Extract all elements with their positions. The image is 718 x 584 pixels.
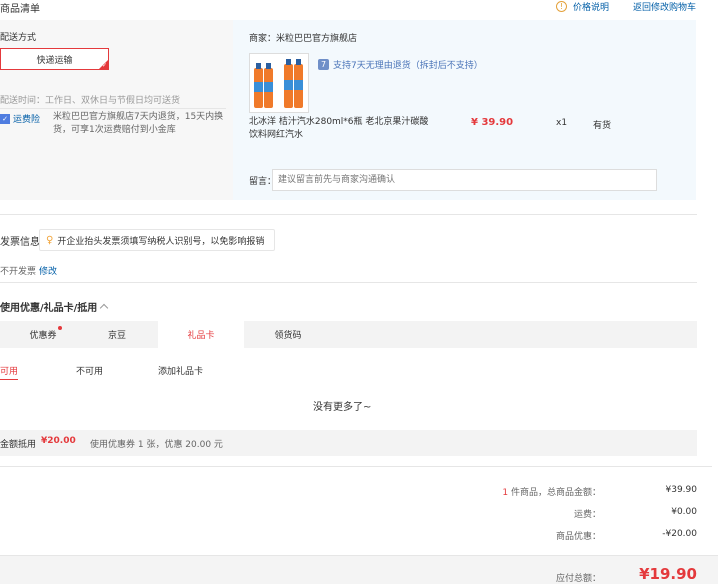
freight-insurance-label: 运费险 [13,115,41,125]
delivery-method-label: 配送方式 [0,33,37,43]
discount-total-value: -¥20.00 [662,529,697,539]
shipping-label: 运费： [573,510,601,520]
payable-total: ¥19.90 [639,565,697,583]
divider [0,282,697,283]
invoice-title: 发票信息 [0,237,40,248]
discount-title: 使用优惠/礼品卡/抵用 [0,303,98,314]
discount-section-toggle[interactable]: 使用优惠/礼品卡/抵用 [0,299,109,314]
price-note-label: 价格说明 [573,3,610,13]
shipping-value: ¥0.00 [671,507,697,517]
info-icon: ! [556,1,567,12]
subtab-unavailable[interactable]: 不可用 [76,364,103,377]
check-icon: ✓ [101,62,107,69]
invoice-status: 不开发票 [0,267,37,277]
divider [0,108,226,109]
product-price: ¥ 39.90 [471,117,514,128]
delivery-method-text: 快递运输 [36,55,73,66]
freight-insurance-desc: 米粒巴巴官方旗舰店7天内退货，15天内换货，可享1次运费赔付到小金库 [53,112,224,135]
return-policy: 7 支持7天无理由退货（拆封后不支持） [318,58,483,71]
product-quantity: x1 [556,118,568,128]
notification-dot [58,326,62,330]
return-icon: 7 [318,59,329,70]
goods-total-text: 件商品，总商品金额： [508,488,601,498]
delivery-panel [0,20,233,200]
tab-pickup-code[interactable]: 领货码 [245,321,331,348]
subtab-available[interactable]: 可用 [0,364,19,380]
price-note-link[interactable]: ! 价格说明 [556,0,609,13]
goods-total-value: ¥39.90 [665,485,698,495]
stock-status: 有货 [593,121,612,131]
divider [0,214,697,215]
payable-bar [0,555,718,584]
merchant-name: 商家：米粒巴巴官方旗舰店 [249,34,358,44]
discount-tabs: 优惠券 京豆 礼品卡 领货码 [0,321,697,348]
delivery-method-option[interactable]: 快递运输 ✓ [0,48,109,70]
invoice-edit-link[interactable]: 修改 [39,264,57,277]
goods-total-label: 1 件商品，总商品金额： [502,485,601,498]
product-name-link[interactable]: 北冰洋 桔汁汽水280ml*6瓶 老北京果汁碳酸饮料网红汽水 [249,116,434,142]
chevron-up-icon [100,303,109,313]
product-image[interactable] [249,53,309,113]
deduction-label: 金额抵用 [0,440,37,450]
discount-total-label: 商品优惠： [555,532,601,542]
tab-jingdou[interactable]: 京豆 [74,321,160,348]
payable-label: 应付总额： [555,574,601,584]
return-to-cart-link[interactable]: 返回修改购物车 [633,0,696,13]
section-title-product-list: 商品清单 [0,4,40,15]
divider [0,466,712,467]
empty-message: 没有更多了~ [313,402,372,413]
bottle-icon [254,59,303,108]
tab-coupon-label: 优惠券 [29,331,57,341]
return-policy-text: 支持7天无理由退货（拆封后不支持） [333,61,483,71]
invoice-tip-text: 开企业抬头发票须填写纳税人识别号，以免影响报销 [57,236,265,247]
delivery-time: 配送时间：工作日、双休日与节假日均可送货 [0,96,181,106]
note-input[interactable] [272,169,657,191]
add-giftcard-link[interactable]: 添加礼品卡 [158,364,203,377]
freight-insurance-tag[interactable]: ✓ 运费险 [0,112,40,125]
invoice-tip: ♀ 开企业抬头发票须填写纳税人识别号，以免影响报销 [39,229,275,251]
deduction-amount: ¥20.00 [41,436,76,446]
tab-giftcard[interactable]: 礼品卡 [158,321,244,348]
lightbulb-icon: ♀ [46,234,54,246]
shield-icon: ✓ [0,113,10,124]
deduction-desc: 使用优惠券 1 张，优惠 20.00 元 [90,440,223,450]
